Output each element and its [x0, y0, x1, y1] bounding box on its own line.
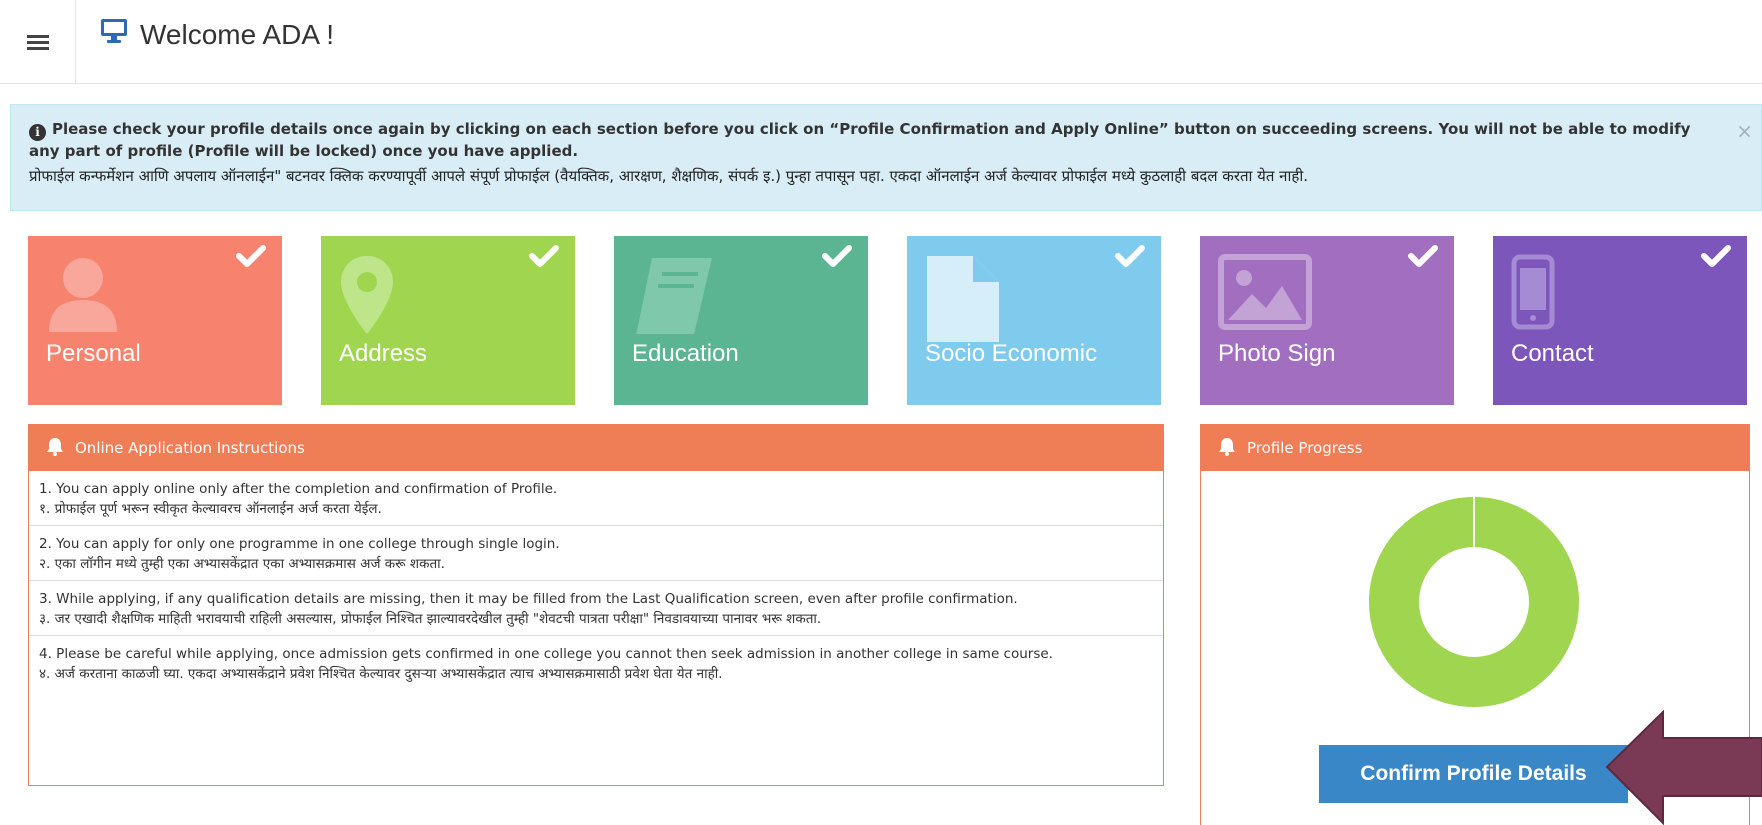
- tile-label: Education: [632, 340, 739, 367]
- map-marker-icon: [339, 254, 395, 340]
- list-item: 3. While applying, if any qualification …: [29, 581, 1163, 636]
- tile-address[interactable]: Address: [321, 236, 575, 405]
- bell-icon: [1217, 436, 1237, 460]
- list-item: 1. You can apply online only after the c…: [29, 471, 1163, 526]
- alert-marathi-text: प्रोफाईल कन्फर्मेशन आणि अपलाय ऑनलाईन" बट…: [29, 167, 1309, 185]
- hamburger-icon: [26, 32, 49, 53]
- tile-contact[interactable]: Contact: [1493, 236, 1747, 405]
- instruction-mr: ४. अर्ज करताना काळजी घ्या. एकदा अभ्यासके…: [39, 666, 723, 682]
- check-icon: [1701, 244, 1731, 272]
- top-bar: Welcome ADA !: [0, 0, 1762, 84]
- instruction-en: 3. While applying, if any qualification …: [39, 591, 1018, 607]
- image-icon: [1218, 254, 1312, 334]
- document-icon: [925, 254, 1001, 348]
- instruction-en: 2. You can apply for only one programme …: [39, 536, 560, 552]
- instructions-panel: Online Application Instructions 1. You c…: [28, 424, 1164, 786]
- monitor-icon: [100, 18, 128, 51]
- alert-english-text: Please check your profile details once a…: [29, 120, 1691, 160]
- pointer-arrow-icon: [1605, 710, 1762, 825]
- check-icon: [1408, 244, 1438, 272]
- tile-label: Personal: [46, 340, 141, 367]
- info-icon: i: [29, 124, 46, 141]
- tile-personal[interactable]: Personal: [28, 236, 282, 405]
- instruction-mr: २. एका लॉगीन मध्ये तुम्ही एका अभ्यासकेंद…: [39, 556, 445, 572]
- page-title: Welcome ADA !: [100, 18, 334, 51]
- instruction-en: 1. You can apply online only after the c…: [39, 481, 558, 497]
- progress-title: Profile Progress: [1247, 439, 1363, 457]
- welcome-text: Welcome ADA !: [140, 18, 335, 50]
- list-item: 4. Please be careful while applying, onc…: [29, 636, 1163, 690]
- instruction-en: 4. Please be careful while applying, onc…: [39, 646, 1053, 662]
- tile-label: Contact: [1511, 340, 1594, 367]
- profile-lock-alert: i Please check your profile details once …: [10, 104, 1762, 211]
- check-icon: [822, 244, 852, 272]
- confirm-profile-button[interactable]: Confirm Profile Details: [1319, 745, 1628, 803]
- progress-header: Profile Progress: [1201, 425, 1749, 471]
- progress-donut-chart: [1369, 497, 1579, 707]
- tile-education[interactable]: Education: [614, 236, 868, 405]
- menu-toggle-button[interactable]: [0, 0, 76, 84]
- check-icon: [236, 244, 266, 272]
- list-item: 2. You can apply for only one programme …: [29, 526, 1163, 581]
- close-icon[interactable]: ×: [1736, 119, 1753, 143]
- mobile-icon: [1511, 254, 1555, 334]
- check-icon: [529, 244, 559, 272]
- check-icon: [1115, 244, 1145, 272]
- tile-photo-sign[interactable]: Photo Sign: [1200, 236, 1454, 405]
- tile-label: Address: [339, 340, 428, 367]
- instruction-mr: ३. जर एखादी शैक्षणिक माहिती भरावयाची राह…: [39, 611, 822, 627]
- book-icon: [632, 254, 716, 340]
- tile-socio-economic[interactable]: Socio Economic: [907, 236, 1161, 405]
- tile-label: Photo Sign: [1218, 340, 1336, 367]
- bell-icon: [45, 436, 65, 460]
- instructions-header: Online Application Instructions: [29, 425, 1163, 471]
- tile-label: Socio Economic: [925, 340, 1098, 367]
- instructions-title: Online Application Instructions: [75, 439, 305, 457]
- instruction-mr: १. प्रोफाईल पूर्ण भरून स्वीकृत केल्यावरच…: [39, 501, 382, 517]
- user-icon: [46, 254, 120, 336]
